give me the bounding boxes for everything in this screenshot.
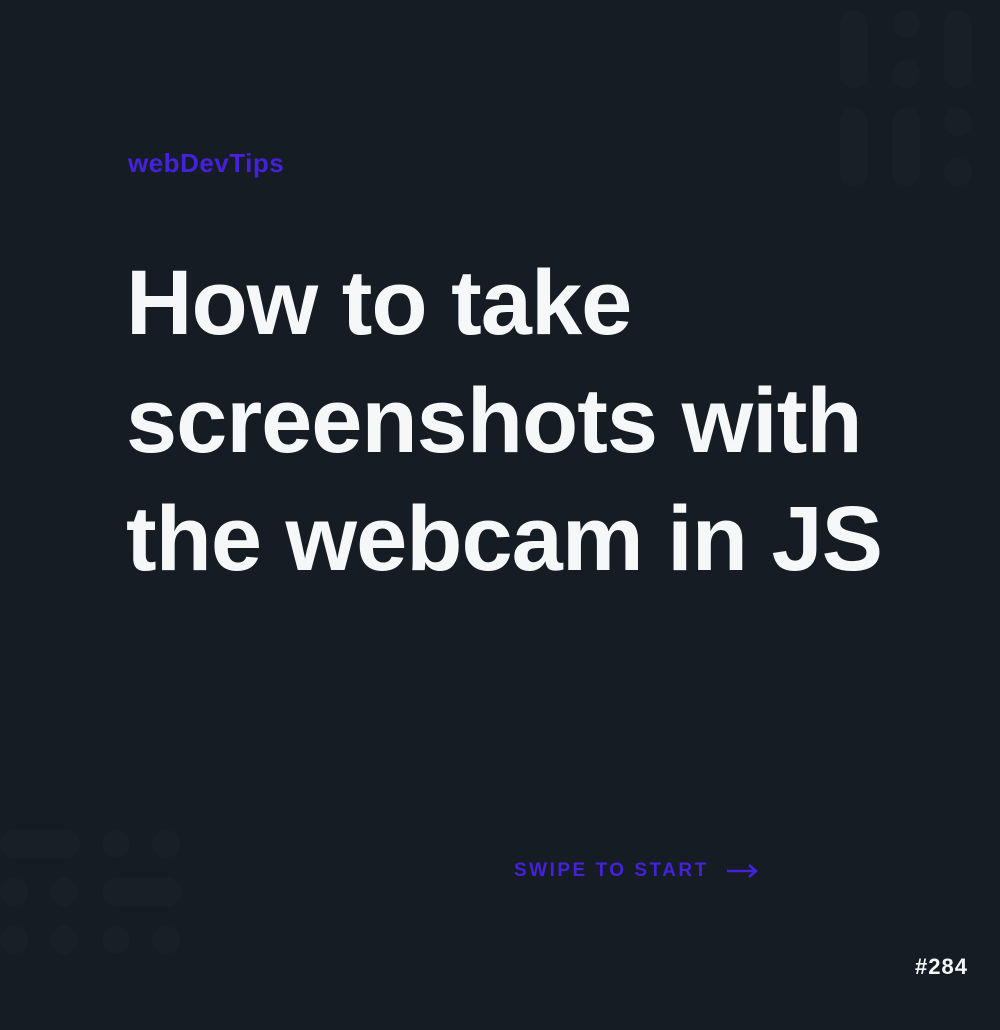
page-title: How to take screenshots with the webcam … xyxy=(126,245,900,598)
swipe-cta[interactable]: SWIPE TO START xyxy=(514,860,759,882)
slide-counter: #284 xyxy=(915,954,968,980)
decoration-top-right xyxy=(840,10,1000,210)
brand-label: webDevTips xyxy=(128,148,284,179)
arrow-right-icon xyxy=(727,863,759,879)
decoration-bottom-left xyxy=(0,830,180,1030)
swipe-label: SWIPE TO START xyxy=(514,860,709,882)
